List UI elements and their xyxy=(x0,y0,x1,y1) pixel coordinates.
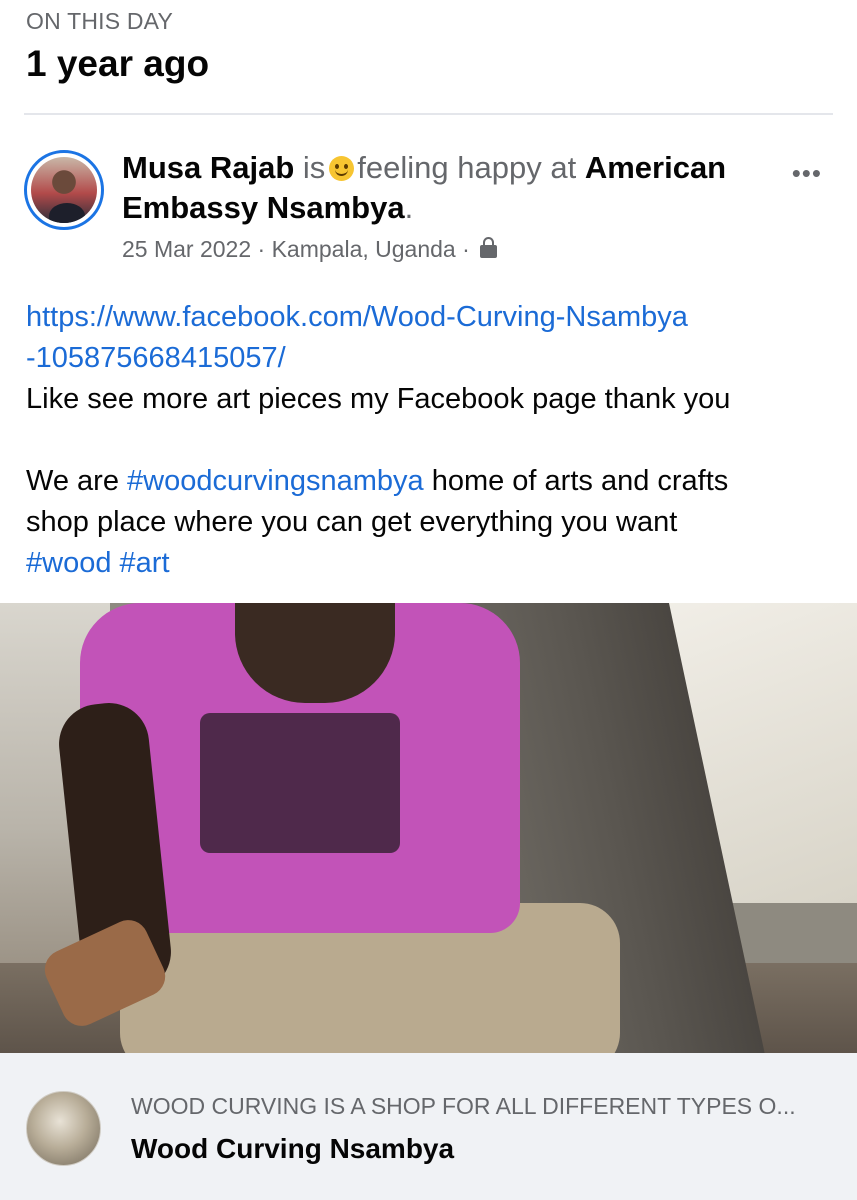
post-location[interactable]: Kampala, Uganda xyxy=(272,236,456,262)
is-text: is xyxy=(302,150,326,185)
place-name-line2[interactable]: Embassy Nsambya xyxy=(122,190,405,225)
page-thumbnail xyxy=(26,1091,101,1166)
on-this-day-label: ON THIS DAY xyxy=(26,8,174,34)
hashtag-art[interactable]: #art xyxy=(120,547,170,579)
post-text-line: shop place where you can get everything … xyxy=(26,506,678,538)
hashtag-wood[interactable]: #wood xyxy=(26,547,111,579)
shared-link-description: WOOD CURVING IS A SHOP FOR ALL DIFFERENT… xyxy=(131,1093,796,1119)
avatar[interactable] xyxy=(24,150,104,230)
post-header: Musa Rajab is feeling happy at American E… xyxy=(24,148,834,268)
post-header-text: Musa Rajab is feeling happy at American E… xyxy=(122,148,772,228)
post-photo[interactable] xyxy=(0,603,857,1053)
shared-link-card[interactable]: WOOD CURVING IS A SHOP FOR ALL DIFFERENT… xyxy=(0,1053,857,1200)
post-text: home of arts and crafts xyxy=(431,465,729,497)
lock-icon[interactable] xyxy=(480,237,498,258)
more-options-icon[interactable]: ••• xyxy=(792,158,822,189)
smiley-emoji-icon xyxy=(329,156,355,181)
feeling-text: feeling happy at xyxy=(357,150,577,185)
post-body: https://www.facebook.com/Wood-Curving-Ns… xyxy=(26,297,826,584)
meta-separator: · xyxy=(257,236,266,262)
period: . xyxy=(404,190,414,225)
post-text-line: Like see more art pieces my Facebook pag… xyxy=(26,383,731,415)
divider xyxy=(24,113,833,115)
time-ago-title: 1 year ago xyxy=(26,43,210,84)
memory-header: ON THIS DAY 1 year ago xyxy=(26,8,209,85)
post-date[interactable]: 25 Mar 2022 xyxy=(122,236,251,262)
avatar-photo xyxy=(31,157,97,223)
hashtag-woodcurvingsnambya[interactable]: #woodcurvingsnambya xyxy=(127,465,424,497)
post-text: We are xyxy=(26,465,119,497)
post-link-continued[interactable]: -105875668415057/ xyxy=(26,342,286,374)
post-meta: 25 Mar 2022 · Kampala, Uganda · xyxy=(122,236,498,263)
place-name-line1[interactable]: American xyxy=(585,150,726,185)
photo-shirt-print xyxy=(200,713,400,853)
shared-link-title: Wood Curving Nsambya xyxy=(131,1133,455,1164)
post-link[interactable]: https://www.facebook.com/Wood-Curving-Ns… xyxy=(26,301,688,333)
author-name[interactable]: Musa Rajab xyxy=(122,150,294,185)
meta-separator: · xyxy=(462,236,470,262)
